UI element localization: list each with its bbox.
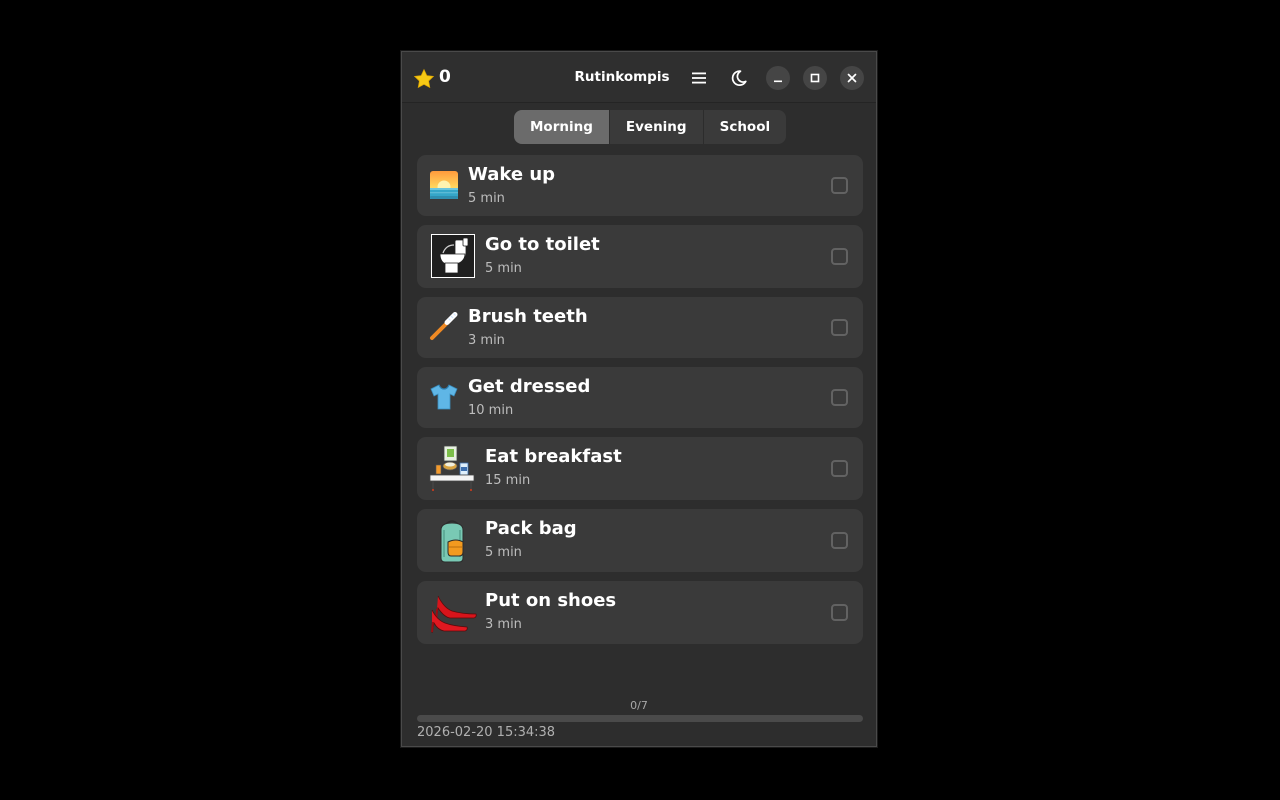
close-icon <box>847 73 857 83</box>
maximize-button[interactable] <box>803 66 827 90</box>
task-checkbox[interactable] <box>831 460 848 477</box>
close-button[interactable] <box>840 66 864 90</box>
tab-evening[interactable]: Evening <box>610 110 704 144</box>
task-duration: 3 min <box>468 333 505 348</box>
star-score: 0 <box>439 67 451 87</box>
task-pack-bag[interactable]: Pack bag 5 min <box>417 509 863 572</box>
task-name: Get dressed <box>468 376 591 397</box>
app-title: Rutinkompis <box>574 69 670 85</box>
task-go-to-toilet[interactable]: Go to toilet 5 min <box>417 225 863 288</box>
task-wake-up[interactable]: Wake up 5 min <box>417 155 863 216</box>
title-bar: 0 Rutinkompis <box>402 52 876 103</box>
task-duration: 5 min <box>485 261 522 276</box>
toilet-icon <box>431 234 475 278</box>
task-name: Wake up <box>468 164 556 185</box>
task-eat-breakfast[interactable]: Eat breakfast 15 min <box>417 437 863 500</box>
task-duration: 5 min <box>468 191 505 206</box>
minimize-icon <box>774 80 782 83</box>
task-name: Brush teeth <box>468 306 588 327</box>
tab-morning[interactable]: Morning <box>514 110 610 144</box>
star-icon <box>413 68 435 89</box>
timestamp: 2026-02-20 15:34:38 <box>417 725 556 740</box>
task-brush-teeth[interactable]: Brush teeth 3 min <box>417 297 863 358</box>
app-window: 0 Rutinkompis Morning Evening School Wak… <box>401 51 877 747</box>
routine-tabs: Morning Evening School <box>514 110 787 144</box>
backpack-icon <box>440 520 464 563</box>
maximize-icon <box>810 73 820 83</box>
sunrise-icon <box>430 171 458 199</box>
task-get-dressed[interactable]: Get dressed 10 min <box>417 367 863 428</box>
task-duration: 15 min <box>485 473 531 488</box>
toothbrush-icon <box>430 312 458 340</box>
task-name: Put on shoes <box>485 590 617 611</box>
task-checkbox[interactable] <box>831 532 848 549</box>
dark-mode-moon-icon[interactable] <box>729 68 749 88</box>
minimize-button[interactable] <box>766 66 790 90</box>
task-checkbox[interactable] <box>831 389 848 406</box>
task-duration: 10 min <box>468 403 514 418</box>
task-checkbox[interactable] <box>831 248 848 265</box>
task-name: Go to toilet <box>485 234 600 255</box>
task-checkbox[interactable] <box>831 177 848 194</box>
task-name: Eat breakfast <box>485 446 622 467</box>
progress-label: 0/7 <box>630 699 648 712</box>
task-duration: 3 min <box>485 617 522 632</box>
breakfast-icon <box>429 445 475 491</box>
task-put-on-shoes[interactable]: Put on shoes 3 min <box>417 581 863 644</box>
hamburger-menu-icon[interactable] <box>689 68 709 88</box>
task-name: Pack bag <box>485 518 577 539</box>
task-checkbox[interactable] <box>831 604 848 621</box>
tshirt-icon <box>430 384 458 410</box>
shoes-icon <box>431 595 477 633</box>
task-checkbox[interactable] <box>831 319 848 336</box>
task-duration: 5 min <box>485 545 522 560</box>
progress-bar <box>417 715 863 722</box>
tab-school[interactable]: School <box>704 110 787 144</box>
